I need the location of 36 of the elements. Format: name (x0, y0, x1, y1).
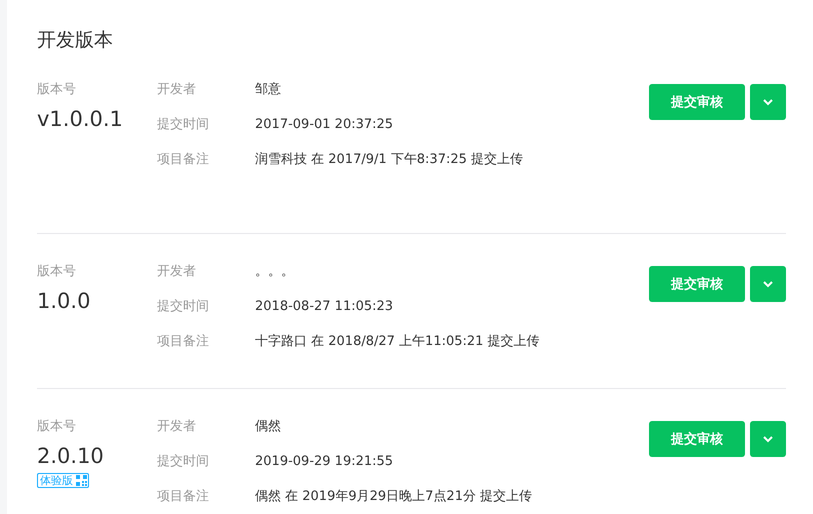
submit-review-button[interactable]: 提交审核 (649, 266, 745, 302)
submit-review-button[interactable]: 提交审核 (649, 421, 745, 457)
caret-icon (762, 280, 774, 288)
field-value: 2019-09-29 19:21:55 (255, 453, 394, 471)
field-label: 开发者 (157, 418, 197, 436)
version-label: 版本号 (37, 263, 76, 281)
dropdown-button[interactable] (750, 84, 786, 120)
field-label: 项目备注 (157, 151, 210, 169)
field-value: 邹意 (255, 81, 282, 99)
field-value: 2018-08-27 11:05:23 (255, 298, 394, 316)
submit-review-button[interactable]: 提交审核 (649, 84, 745, 120)
field-label: 提交时间 (157, 298, 210, 316)
version-label: 版本号 (37, 81, 76, 99)
version-number: v1.0.0.1 (37, 106, 123, 133)
version-number: 1.0.0 (37, 288, 90, 315)
field-label: 提交时间 (157, 116, 210, 134)
page-title: 开发版本 (37, 28, 114, 53)
dropdown-button[interactable] (750, 266, 786, 302)
field-label: 提交时间 (157, 453, 210, 471)
field-label: 项目备注 (157, 488, 210, 506)
version-number: 2.0.10 (37, 443, 104, 470)
version-label: 版本号 (37, 418, 76, 436)
field-value: 偶然 在 2019年9月29日晚上7点21分 提交上传 (255, 488, 534, 506)
trial-version-badge[interactable]: 体验版 (37, 473, 89, 488)
field-value: 十字路口 在 2018/8/27 上午11:05:21 提交上传 (255, 333, 541, 351)
field-label: 项目备注 (157, 333, 210, 351)
field-value: 2017-09-01 20:37:25 (255, 116, 394, 134)
caret-icon (762, 435, 774, 443)
caret-icon (762, 98, 774, 106)
field-value: 。。。 (255, 263, 295, 281)
field-value: 润雪科技 在 2017/9/1 下午8:37:25 提交上传 (255, 151, 524, 169)
field-value: 偶然 (255, 418, 282, 436)
field-label: 开发者 (157, 81, 197, 99)
qr-code-icon (76, 475, 87, 486)
dropdown-button[interactable] (750, 421, 786, 457)
field-label: 开发者 (157, 263, 197, 281)
